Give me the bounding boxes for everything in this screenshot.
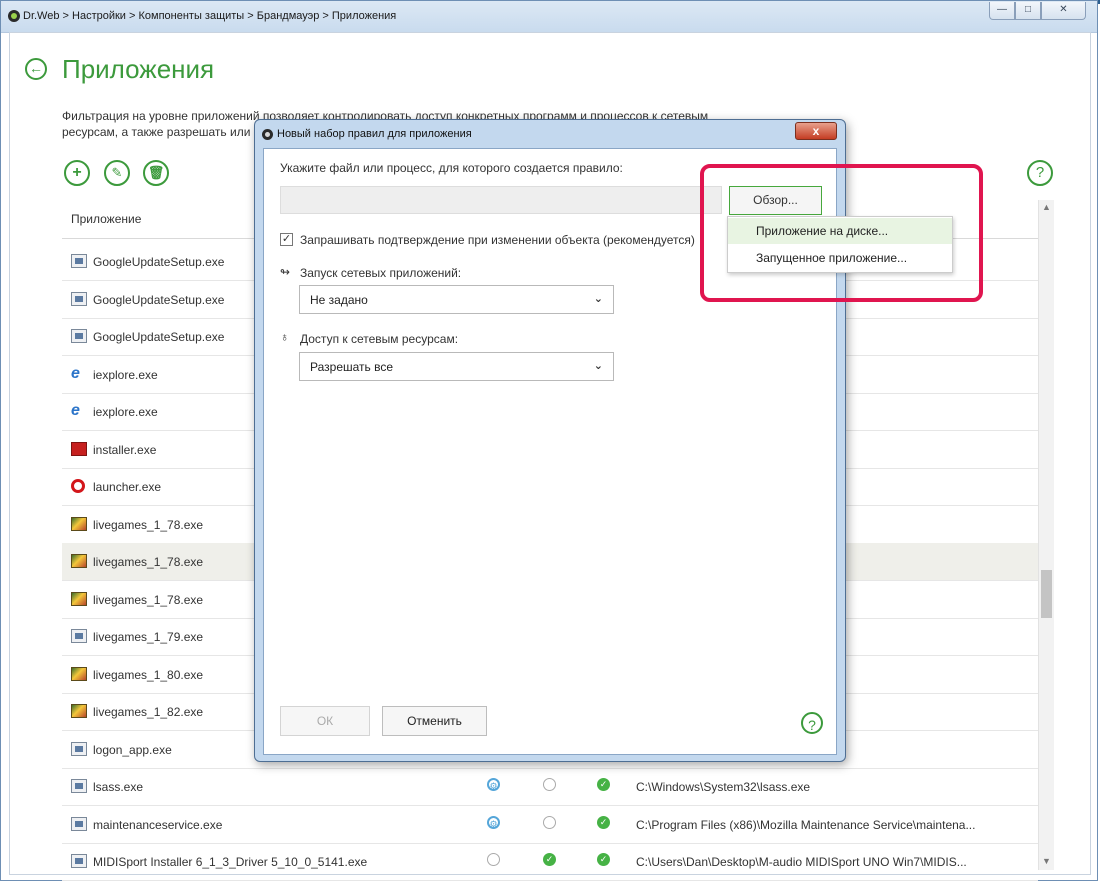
app-name: installer.exe bbox=[93, 442, 157, 457]
generic-app-icon bbox=[71, 741, 87, 756]
dialog-close-button[interactable]: x bbox=[795, 122, 837, 140]
page-title: Приложения bbox=[62, 54, 215, 84]
app-name: livegames_1_82.exe bbox=[93, 705, 204, 719]
app-name: GoogleUpdateSetup.exe bbox=[93, 330, 225, 344]
enabled-status-icon: ✓ bbox=[597, 815, 610, 829]
app-path: C:\Program Files (x86)\Mozilla Maintenan… bbox=[636, 817, 976, 832]
enabled-status-icon: ✓ bbox=[597, 853, 610, 866]
app-name: livegames_1_78.exe bbox=[93, 555, 204, 569]
network-launch-icon: ↬ bbox=[280, 265, 291, 279]
highlight-annotation bbox=[700, 164, 983, 302]
app-name: logon_app.exe bbox=[93, 742, 172, 757]
app-name: livegames_1_79.exe bbox=[93, 630, 204, 644]
network-access-select[interactable]: Разрешать все ⌄ bbox=[299, 352, 614, 381]
drweb-logo-icon bbox=[8, 10, 20, 22]
app-name: lsass.exe bbox=[93, 780, 144, 794]
ie-icon: e bbox=[71, 364, 80, 382]
add-rule-button[interactable]: + bbox=[64, 160, 90, 186]
help-button[interactable]: ? bbox=[1027, 160, 1053, 186]
generic-app-icon bbox=[71, 329, 87, 343]
dialog-help-button[interactable]: ? bbox=[801, 712, 823, 734]
network-launch-label: Запуск сетевых приложений: bbox=[300, 266, 462, 280]
enabled-status-icon: ✓ bbox=[597, 778, 610, 791]
window-title: Dr.Web > Настройки > Компоненты защиты >… bbox=[23, 10, 397, 22]
title-bar: Dr.Web > Настройки > Компоненты защиты >… bbox=[1, 1, 1097, 33]
close-window-button[interactable]: ✕ bbox=[1041, 2, 1086, 20]
opera-icon bbox=[71, 479, 85, 493]
network-launch-select[interactable]: Не задано ⌄ bbox=[299, 285, 614, 314]
game-icon bbox=[71, 554, 87, 568]
network-access-value: Разрешать все bbox=[310, 360, 394, 374]
drweb-spider-icon bbox=[262, 129, 273, 140]
app-name: livegames_1_80.exe bbox=[93, 667, 204, 682]
network-status-icon: ⚙ bbox=[487, 815, 500, 829]
dialog-title: Новый набор правил для приложения bbox=[277, 128, 472, 140]
scroll-down-icon[interactable]: ▼ bbox=[1042, 856, 1051, 866]
table-row[interactable]: maintenanceservice.exe ⚙ ✓ C:\Program Files… bbox=[62, 806, 1038, 844]
game-icon bbox=[71, 704, 87, 718]
app-name: GoogleUpdateSetup.exe bbox=[93, 292, 225, 307]
back-arrow-icon[interactable]: ← bbox=[25, 58, 47, 80]
generic-app-icon bbox=[71, 779, 87, 793]
ok-button[interactable]: ОК bbox=[280, 706, 370, 736]
delete-rule-button[interactable]: 🗑 bbox=[143, 160, 169, 186]
scrollbar-thumb[interactable] bbox=[1041, 570, 1052, 618]
app-name: iexplore.exe bbox=[93, 405, 158, 419]
access-status-icon bbox=[543, 778, 556, 791]
confirm-checkbox-label: Запрашивать подтверждение при изменении … bbox=[300, 233, 695, 247]
generic-app-icon bbox=[71, 291, 87, 306]
confirm-checkbox[interactable]: ✓ bbox=[280, 233, 293, 246]
network-access-icon: ♁ bbox=[280, 330, 289, 344]
generic-app-icon bbox=[71, 254, 87, 268]
scroll-up-icon[interactable]: ▲ bbox=[1042, 202, 1051, 212]
table-row[interactable]: MIDISport Installer 6_1_3_Driver 5_10_0_… bbox=[62, 843, 1038, 881]
app-name: livegames_1_78.exe bbox=[93, 592, 204, 607]
column-header-app[interactable]: Приложение bbox=[71, 212, 141, 226]
app-name: MIDISport Installer 6_1_3_Driver 5_10_0_… bbox=[93, 855, 368, 869]
game-icon bbox=[71, 591, 87, 606]
app-name: iexplore.exe bbox=[93, 367, 158, 382]
table-row[interactable]: lsass.exe ⚙ ✓ C:\Windows\System32\lsass.exe bbox=[62, 768, 1038, 806]
generic-app-icon bbox=[71, 629, 87, 643]
installer-icon bbox=[71, 441, 87, 456]
file-prompt-label: Укажите файл или процесс, для которого с… bbox=[280, 161, 623, 175]
vertical-scrollbar[interactable]: ▲ ▼ bbox=[1038, 200, 1054, 870]
network-status-icon: ⚙ bbox=[487, 778, 500, 791]
edit-rule-button[interactable]: ✎ bbox=[104, 160, 130, 186]
network-status-icon bbox=[487, 853, 500, 866]
app-name: maintenanceservice.exe bbox=[93, 817, 223, 832]
access-status-icon bbox=[543, 815, 556, 829]
app-name: livegames_1_78.exe bbox=[93, 517, 204, 532]
generic-app-icon bbox=[71, 854, 87, 868]
chevron-down-icon: ⌄ bbox=[593, 293, 603, 305]
game-icon bbox=[71, 666, 87, 681]
network-launch-value: Не задано bbox=[310, 293, 368, 307]
game-icon bbox=[71, 516, 87, 531]
generic-app-icon bbox=[71, 816, 87, 831]
app-name: launcher.exe bbox=[93, 480, 162, 494]
app-path: C:\Users\Dan\Desktop\M-audio MIDISport U… bbox=[636, 855, 967, 869]
maximize-button[interactable]: □ bbox=[1015, 2, 1041, 20]
network-access-label: Доступ к сетевым ресурсам: bbox=[300, 332, 459, 346]
access-status-icon: ✓ bbox=[543, 853, 556, 866]
cancel-button[interactable]: Отменить bbox=[382, 706, 487, 736]
file-path-input[interactable] bbox=[280, 186, 722, 214]
app-name: GoogleUpdateSetup.exe bbox=[93, 255, 225, 269]
ie-icon: e bbox=[71, 402, 80, 419]
chevron-down-icon: ⌄ bbox=[593, 360, 603, 372]
minimize-button[interactable]: — bbox=[989, 2, 1015, 20]
app-path: C:\Windows\System32\lsass.exe bbox=[636, 780, 811, 794]
